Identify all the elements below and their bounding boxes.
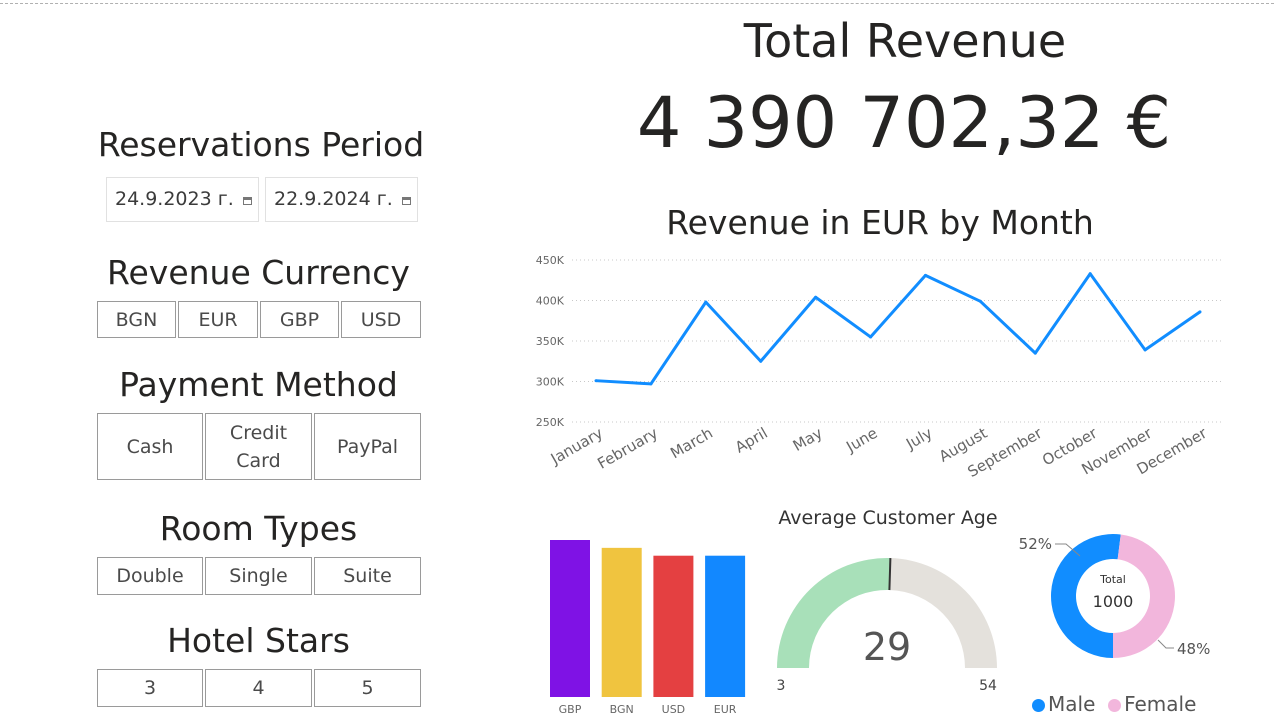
top-border (0, 3, 1274, 4)
legend-female-label: Female (1124, 692, 1197, 716)
data-point (1033, 351, 1037, 355)
y-tick-label: 300K (536, 376, 565, 389)
end-date-value: 22.9.2024 г. (274, 188, 393, 210)
x-tick-label: May (790, 424, 826, 455)
payment-method-title: Payment Method (119, 365, 398, 404)
legend-female-marker (1108, 699, 1122, 712)
bar (653, 555, 694, 697)
data-point (1088, 272, 1092, 276)
female-percent-label: 48% (1177, 640, 1210, 658)
data-point (704, 300, 708, 304)
bar (601, 547, 642, 697)
x-tick-label: November (1079, 423, 1156, 478)
data-point (978, 299, 982, 303)
room-option-suite[interactable]: Suite (314, 557, 421, 595)
bar-category-label: GBP (559, 703, 582, 716)
reservations-period-title: Reservations Period (97, 125, 425, 164)
gauge-value: 29 (863, 625, 911, 669)
room-option-double[interactable]: Double (97, 557, 203, 595)
y-tick-label: 450K (536, 254, 565, 267)
legend-male-label: Male (1048, 692, 1096, 716)
data-point (649, 382, 653, 386)
stars-option-4[interactable]: 4 (205, 669, 312, 707)
stars-option-5[interactable]: 5 (314, 669, 421, 707)
donut-center-label: Total (1099, 573, 1126, 586)
gauge-min-label: 3 (777, 678, 786, 694)
data-point (814, 295, 818, 299)
x-tick-label: July (902, 424, 935, 454)
calendar-icon[interactable] (402, 197, 411, 205)
male-leader-line (1055, 543, 1081, 557)
x-tick-label: December (1134, 423, 1211, 478)
x-tick-label: June (842, 424, 880, 456)
data-point (923, 273, 927, 277)
x-tick-label: February (594, 424, 661, 473)
x-tick-label: September (964, 423, 1046, 480)
x-tick-label: October (1039, 423, 1101, 469)
line-chart-title: Revenue in EUR by Month (666, 203, 1094, 242)
currency-option-usd[interactable]: USD (341, 301, 421, 338)
payment-option-cash[interactable]: Cash (97, 413, 203, 480)
revenue-series-line (595, 272, 1201, 386)
payment-option-paypal[interactable]: PayPal (314, 413, 421, 480)
room-types-title: Room Types (159, 509, 358, 548)
y-tick-label: 400K (536, 295, 565, 308)
x-tick-label: April (732, 424, 771, 457)
x-tick-label: March (667, 424, 716, 462)
currency-option-bgn[interactable]: BGN (97, 301, 176, 338)
female-leader-line (1157, 639, 1174, 649)
end-date-input[interactable]: 22.9.2024 г. (265, 177, 418, 222)
currency-option-gbp[interactable]: GBP (260, 301, 339, 338)
gauge-title: Average Customer Age (778, 507, 998, 529)
bar-category-label: BGN (610, 703, 634, 716)
calendar-icon[interactable] (243, 197, 252, 205)
gauge-max-label: 54 (979, 678, 997, 694)
donut-slice (1050, 533, 1121, 658)
gauge-needle (888, 558, 892, 591)
hotel-stars-title: Hotel Stars (167, 621, 350, 660)
room-option-single[interactable]: Single (205, 557, 312, 595)
bar-category-label: USD (662, 703, 686, 716)
data-point (1143, 348, 1147, 352)
donut-center-value: 1000 (1093, 592, 1134, 611)
kpi-value: 4 390 702,32 € (636, 82, 1172, 164)
start-date-value: 24.9.2023 г. (115, 188, 234, 210)
legend-male-marker (1032, 699, 1045, 712)
data-point (594, 379, 598, 383)
y-tick-label: 250K (536, 416, 565, 429)
start-date-input[interactable]: 24.9.2023 г. (106, 177, 259, 222)
data-point (759, 359, 763, 363)
gauge-track (889, 558, 997, 668)
gauge-fill (777, 558, 891, 668)
data-point (1198, 310, 1202, 314)
x-tick-label: August (936, 424, 991, 466)
stars-option-3[interactable]: 3 (97, 669, 203, 707)
donut-slice (1113, 534, 1175, 658)
bar (550, 540, 590, 697)
donut-legend: Male Female (1032, 692, 1196, 716)
x-tick-label: January (547, 424, 606, 469)
data-point (869, 335, 873, 339)
kpi-title: Total Revenue (743, 14, 1067, 68)
bar-category-label: EUR (714, 703, 737, 716)
bar (705, 555, 746, 697)
y-tick-label: 350K (536, 335, 565, 348)
currency-option-eur[interactable]: EUR (178, 301, 258, 338)
payment-option-credit-card[interactable]: Credit Card (205, 413, 312, 480)
revenue-currency-title: Revenue Currency (107, 253, 410, 292)
male-percent-label: 52% (1019, 535, 1052, 553)
